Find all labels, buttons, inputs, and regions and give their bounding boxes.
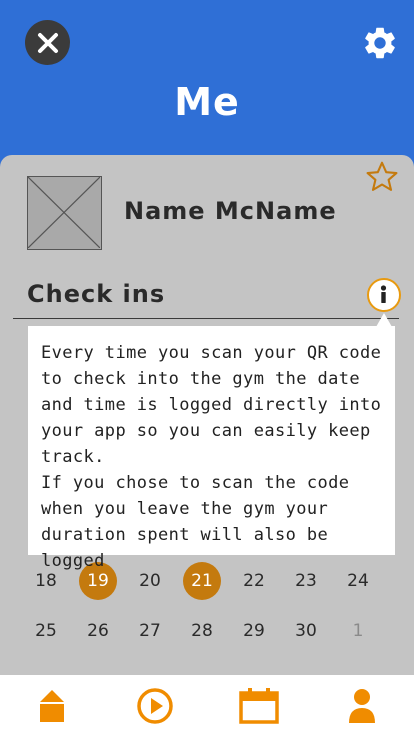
calendar-day-label: 22	[243, 571, 265, 591]
calendar-day-label: 23	[295, 571, 317, 591]
profile-name: Name McName	[124, 197, 337, 225]
calendar-day-label: 26	[87, 621, 109, 641]
calendar-day[interactable]: 29	[228, 611, 280, 651]
calendar-day-label: 25	[35, 621, 57, 641]
info-button[interactable]	[367, 278, 401, 312]
image-placeholder-icon	[27, 176, 101, 249]
favorite-button[interactable]	[364, 159, 400, 195]
calendar-day[interactable]: 1	[332, 611, 384, 651]
close-button[interactable]	[25, 20, 70, 65]
star-outline-icon	[366, 161, 398, 191]
calendar-day-label: 18	[35, 571, 57, 591]
bottom-nav	[0, 675, 414, 736]
calendar-day-label: 29	[243, 621, 265, 641]
calendar-icon	[239, 687, 279, 724]
calendar-week-row: 25 26 27 28 29 30 1	[20, 611, 392, 651]
calendar-day-label: 27	[139, 621, 161, 641]
nav-calendar[interactable]	[229, 681, 289, 731]
calendar-day-label: 21	[191, 571, 213, 591]
settings-button[interactable]	[361, 24, 399, 62]
gear-icon	[365, 27, 395, 59]
avatar[interactable]	[27, 176, 102, 250]
calendar-day[interactable]: 27	[124, 611, 176, 651]
calendar-day[interactable]: 28	[176, 611, 228, 651]
section-divider	[13, 318, 399, 319]
tooltip-pointer	[376, 313, 392, 327]
header: Me	[0, 0, 414, 180]
nav-profile[interactable]	[332, 681, 392, 731]
calendar-day[interactable]: 30	[280, 611, 332, 651]
home-icon	[39, 689, 64, 722]
close-icon	[37, 32, 58, 53]
calendar-day-label: 19	[87, 571, 109, 591]
play-icon	[137, 687, 173, 724]
nav-home[interactable]	[22, 681, 82, 731]
calendar-day-label: 30	[295, 621, 317, 641]
calendar-day-label: 24	[347, 571, 369, 591]
calendar-day-label: 20	[139, 571, 161, 591]
section-title-check-ins: Check ins	[27, 280, 166, 308]
info-icon	[380, 285, 387, 303]
calendar-day-label: 1	[352, 621, 364, 641]
tooltip-text: Every time you scan your QR code to chec…	[41, 343, 382, 571]
nav-play[interactable]	[125, 681, 185, 731]
page-title: Me	[174, 80, 240, 124]
profile-icon	[349, 688, 376, 723]
calendar-day-label: 28	[191, 621, 213, 641]
calendar-day[interactable]: 26	[72, 611, 124, 651]
info-tooltip: Every time you scan your QR code to chec…	[28, 326, 395, 571]
calendar-day[interactable]: 25	[20, 611, 72, 651]
